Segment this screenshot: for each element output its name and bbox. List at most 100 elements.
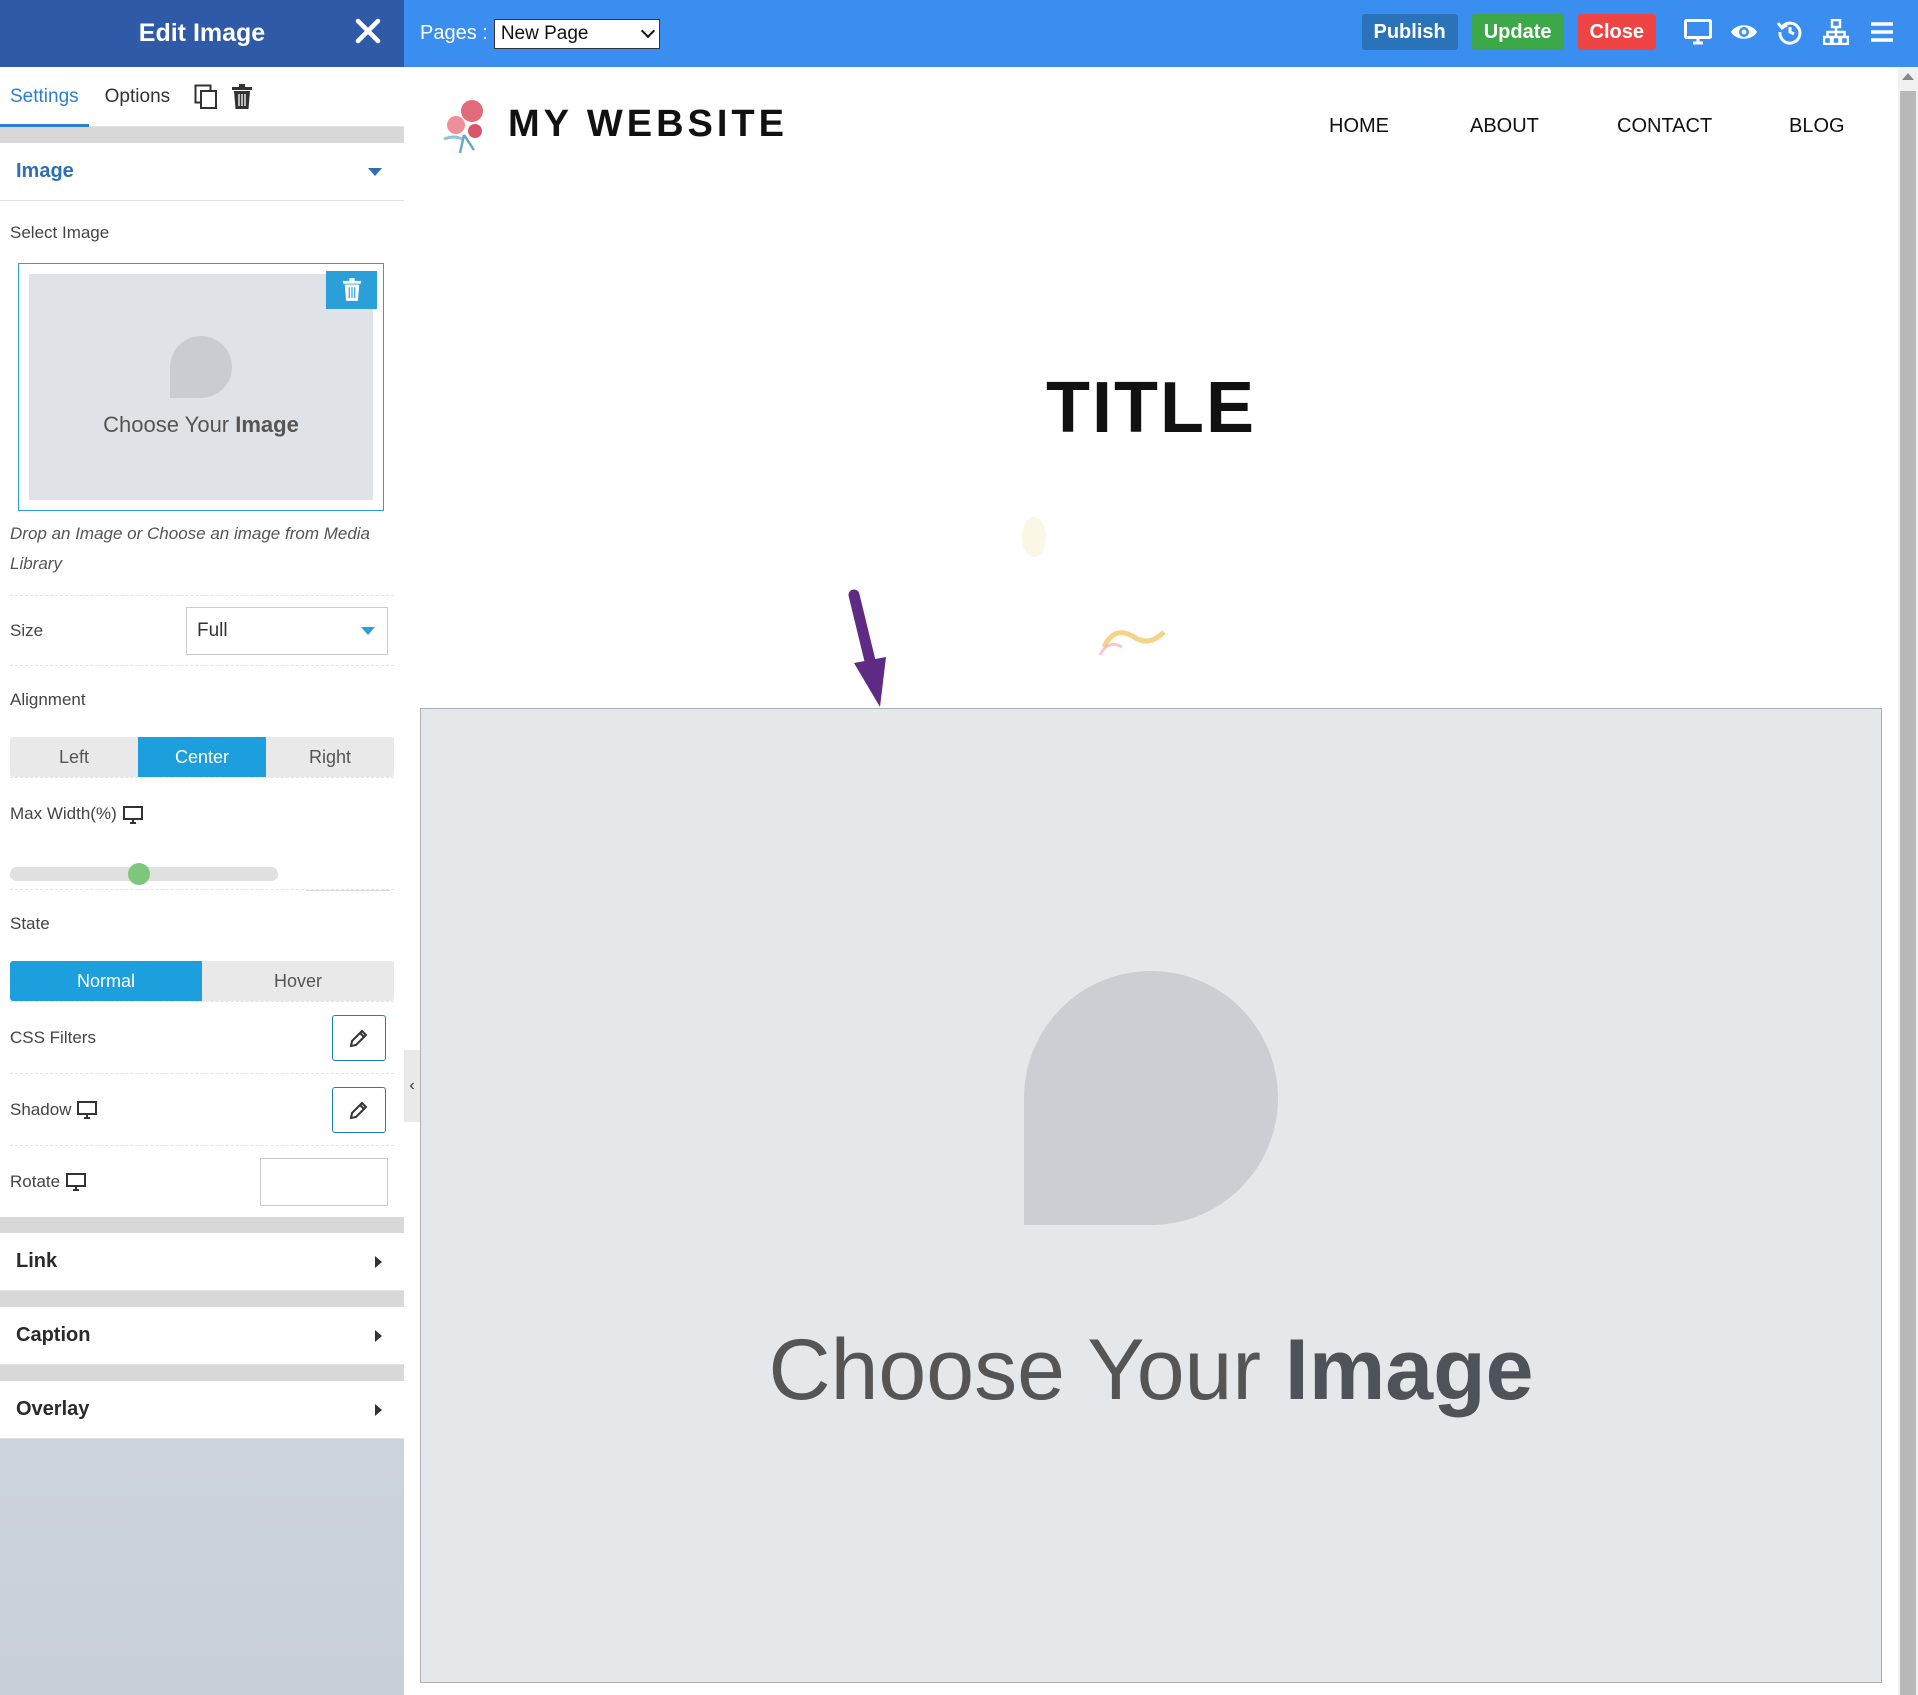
- picker-text: Choose Your Image: [103, 412, 299, 438]
- rotate-label-text: Rotate: [10, 1171, 61, 1191]
- close-panel-button[interactable]: [350, 12, 386, 52]
- placeholder-logo-icon: [1024, 971, 1278, 1225]
- css-filters-row: CSS Filters: [10, 1001, 394, 1073]
- state-toggle: Normal Hover: [10, 961, 394, 1001]
- edit-panel: Edit Image Settings Options Image Select…: [0, 0, 404, 1695]
- close-icon: [355, 18, 381, 44]
- section-image-header[interactable]: Image: [0, 143, 404, 201]
- collapse-panel-button[interactable]: ‹: [404, 1050, 420, 1122]
- decoration-image: [1022, 517, 1166, 656]
- drop-hint: Drop an Image or Choose an image from Me…: [10, 524, 371, 573]
- menu-icon: [1871, 22, 1893, 42]
- rotate-row: Rotate: [10, 1145, 394, 1217]
- copy-icon: [194, 84, 218, 109]
- publish-button[interactable]: Publish: [1361, 14, 1458, 50]
- pages-label: Pages :: [420, 22, 488, 44]
- section-divider: [0, 1365, 404, 1381]
- tab-settings[interactable]: Settings: [0, 67, 89, 127]
- rose-logo-icon[interactable]: [434, 95, 496, 155]
- section-link-header[interactable]: Link: [0, 1233, 404, 1291]
- monitor-icon: [66, 1173, 87, 1192]
- size-value: Full: [197, 619, 228, 641]
- scrollbar-thumb[interactable]: [1900, 91, 1916, 1695]
- nav-about[interactable]: ABOUT: [1470, 115, 1539, 138]
- panel-tabs: Settings Options: [0, 67, 404, 127]
- monitor-icon: [122, 805, 143, 824]
- max-width-label-text: Max Width(%): [10, 804, 117, 823]
- scroll-up-icon[interactable]: [1902, 73, 1914, 80]
- section-overlay-header[interactable]: Overlay: [0, 1381, 404, 1439]
- image-picker-preview[interactable]: Choose Your Image: [29, 274, 373, 500]
- caret-down-icon: [368, 167, 382, 176]
- main-menu-button[interactable]: [1864, 14, 1900, 50]
- tab-options[interactable]: Options: [95, 67, 180, 127]
- caret-right-icon: [375, 1255, 382, 1268]
- history-icon: [1777, 21, 1802, 45]
- size-row: Size Full: [10, 595, 394, 665]
- image-picker[interactable]: Choose Your Image: [18, 263, 384, 511]
- shadow-label-text: Shadow: [10, 1099, 72, 1119]
- preview-button[interactable]: [1726, 14, 1762, 50]
- align-center-button[interactable]: Center: [138, 737, 266, 777]
- editor-topbar: Pages : New Page Publish Update Close: [404, 0, 1918, 67]
- sitemap-icon: [1823, 19, 1849, 45]
- size-label: Size: [10, 620, 44, 640]
- size-select[interactable]: Full: [186, 606, 388, 655]
- alignment-label: Alignment: [10, 690, 86, 709]
- edit-shadow-button[interactable]: [332, 1086, 386, 1133]
- close-button[interactable]: Close: [1577, 14, 1656, 50]
- pages-select[interactable]: New Page: [493, 18, 660, 49]
- edit-css-filters-button[interactable]: [332, 1014, 386, 1061]
- sitemap-button[interactable]: [1818, 14, 1854, 50]
- css-filters-label: CSS Filters: [10, 1027, 96, 1047]
- pencil-icon: [349, 1029, 368, 1047]
- eye-icon: [1731, 25, 1757, 39]
- nav-home[interactable]: HOME: [1329, 115, 1389, 138]
- placeholder-text: Choose Your Image: [769, 1321, 1534, 1420]
- picker-text-light: Choose Your: [103, 412, 236, 437]
- slider-handle[interactable]: [127, 863, 150, 885]
- state-normal-button[interactable]: Normal: [10, 961, 202, 1001]
- rotate-label: Rotate: [10, 1171, 87, 1192]
- placeholder-logo-icon: [170, 336, 232, 398]
- duplicate-button[interactable]: [194, 84, 218, 110]
- section-divider: [0, 127, 404, 143]
- rotate-input[interactable]: [260, 1157, 388, 1206]
- align-left-button[interactable]: Left: [10, 737, 138, 777]
- page-title[interactable]: TITLE: [404, 367, 1898, 449]
- section-divider: [0, 1291, 404, 1307]
- caret-right-icon: [375, 1329, 382, 1342]
- max-width-label: Max Width(%): [10, 804, 394, 824]
- monitor-icon: [1684, 19, 1712, 45]
- caret-down-icon: [361, 626, 375, 635]
- chevron-left-icon: ‹: [409, 1077, 415, 1094]
- remove-image-button[interactable]: [326, 271, 377, 309]
- section-caption-header[interactable]: Caption: [0, 1307, 404, 1365]
- shadow-label: Shadow: [10, 1099, 98, 1120]
- site-name[interactable]: MY WEBSITE: [508, 103, 788, 146]
- nav-blog[interactable]: BLOG: [1789, 115, 1845, 138]
- top-actions: Publish Update Close: [1361, 14, 1901, 50]
- max-width-input[interactable]: [306, 845, 390, 891]
- image-placeholder[interactable]: Choose Your Image: [420, 708, 1882, 1683]
- history-button[interactable]: [1772, 14, 1808, 50]
- canvas-scrollbar[interactable]: [1898, 67, 1918, 1695]
- update-button[interactable]: Update: [1471, 14, 1564, 50]
- nav-contact[interactable]: CONTACT: [1617, 115, 1712, 138]
- panel-header: Edit Image: [0, 0, 404, 67]
- select-image-label: Select Image: [10, 223, 110, 242]
- alignment-row: Alignment Left Center Right: [10, 665, 394, 777]
- shadow-row: Shadow: [10, 1073, 394, 1145]
- state-hover-button[interactable]: Hover: [202, 961, 394, 1001]
- chevron-down-icon: [640, 23, 655, 39]
- delete-element-button[interactable]: [230, 83, 254, 110]
- trash-icon: [342, 278, 361, 301]
- section-divider: [0, 1217, 404, 1233]
- pages-selected-value: New Page: [500, 22, 589, 44]
- caret-right-icon: [375, 1403, 382, 1416]
- max-width-slider[interactable]: [10, 839, 394, 891]
- desktop-view-button[interactable]: [1680, 14, 1716, 50]
- section-image-title: Image: [16, 160, 74, 182]
- align-right-button[interactable]: Right: [266, 737, 394, 777]
- trash-icon: [232, 83, 253, 109]
